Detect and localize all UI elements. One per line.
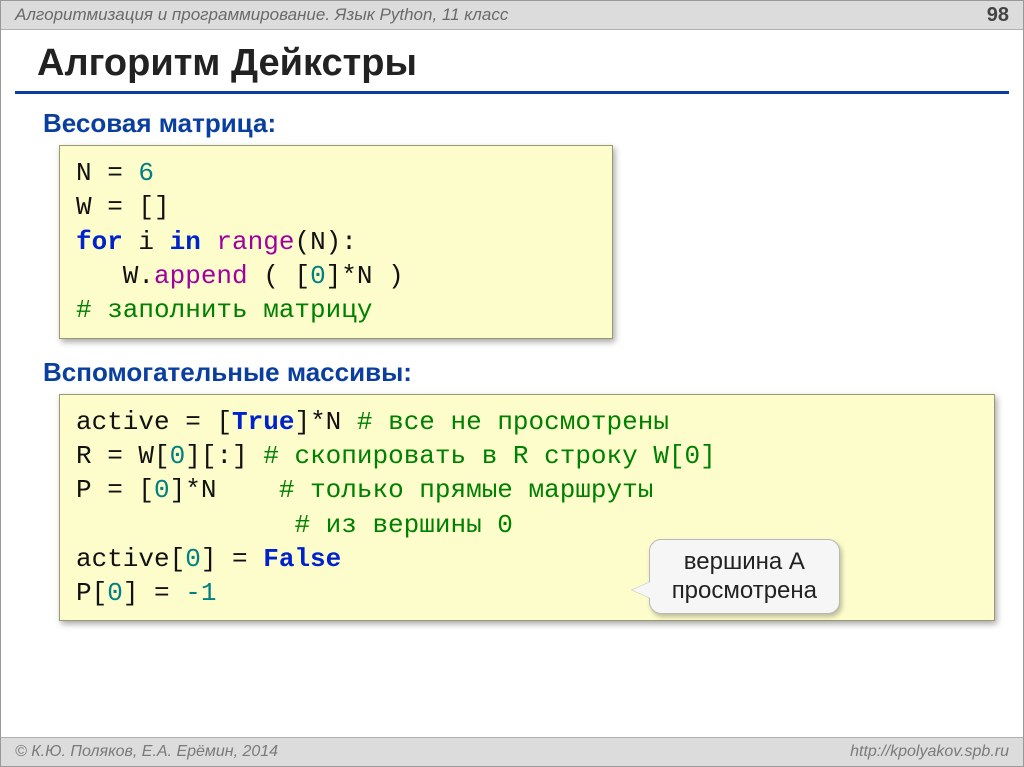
code-token: # скопировать в R строку W[0] [263, 441, 715, 471]
code-token: 0 [154, 475, 170, 505]
code-line: R = W[0][:] # скопировать в R строку W[0… [76, 439, 978, 473]
code-line: W = [] [76, 190, 596, 224]
code-line: for i in range(N): [76, 225, 596, 259]
code-token [201, 227, 217, 257]
code-block-2: active = [True]*N # все не просмотрены R… [59, 394, 995, 622]
code-token: range [216, 227, 294, 257]
code-token: 0 [107, 578, 123, 608]
code-token: append [154, 261, 248, 291]
section-label-1: Весовая матрица: [43, 108, 1023, 139]
code-token: P[ [76, 578, 107, 608]
code-token: False [263, 544, 341, 574]
section-label-2: Вспомогательные массивы: [43, 357, 1023, 388]
code-line: W.append ( [0]*N ) [76, 259, 596, 293]
code-token: 6 [138, 158, 154, 188]
code-token: # из вершины 0 [294, 510, 512, 540]
slide: Алгоритмизация и программирование. Язык … [0, 0, 1024, 767]
code-token: 0 [310, 261, 326, 291]
code-token: W [76, 192, 92, 222]
course-title: Алгоритмизация и программирование. Язык … [15, 5, 508, 25]
code-token: = [92, 158, 139, 188]
callout-line: вершина A [672, 548, 817, 577]
footer-bar: © К.Ю. Поляков, Е.А. Ерёмин, 2014 http:/… [1, 737, 1023, 766]
page-title: Алгоритм Дейкстры [37, 42, 1023, 85]
code-token: -1 [185, 578, 216, 608]
code-block-1: N = 6 W = [] for i in range(N): W.append… [59, 145, 613, 339]
code-token: R [76, 441, 92, 471]
callout-bubble: вершина A просмотрена [649, 539, 840, 615]
code-token: = [170, 407, 217, 437]
code-token: ] [123, 578, 139, 608]
code-token: ]*N [294, 407, 356, 437]
code-token: [] [138, 192, 169, 222]
page-number: 98 [987, 4, 1009, 27]
code-token: P [76, 475, 92, 505]
code-token: = [92, 192, 139, 222]
code-token: [ [138, 475, 154, 505]
code-line: P = [0]*N # только прямые маршруты [76, 473, 978, 507]
code-token: 0 [185, 544, 201, 574]
code-token: 0 [170, 441, 186, 471]
code-token: i [123, 227, 170, 257]
title-divider [15, 91, 1009, 94]
code-token: = [138, 578, 185, 608]
code-line: # заполнить матрицу [76, 293, 596, 327]
code-token: W[ [138, 441, 169, 471]
code-line: P[0] = -1 [76, 576, 978, 610]
code-line: # из вершины 0 [76, 508, 978, 542]
code-token: N [76, 158, 92, 188]
code-token: ]*N [170, 475, 279, 505]
code-token: [ [216, 407, 232, 437]
code-token: active[ [76, 544, 185, 574]
footer-copyright: © К.Ю. Поляков, Е.А. Ерёмин, 2014 [15, 743, 278, 761]
code-token: for [76, 227, 123, 257]
code-token: = [92, 475, 139, 505]
code-token: # заполнить матрицу [76, 295, 372, 325]
code-token: ][:] [185, 441, 263, 471]
code-token: ]*N ) [326, 261, 404, 291]
code-token: = [216, 544, 263, 574]
header-bar: Алгоритмизация и программирование. Язык … [1, 1, 1023, 30]
code-line: active = [True]*N # все не просмотрены [76, 405, 978, 439]
code-token: W. [76, 261, 154, 291]
code-token: ( [ [248, 261, 310, 291]
code-line: active[0] = False [76, 542, 978, 576]
code-token: (N): [294, 227, 356, 257]
code-token: = [92, 441, 139, 471]
callout-line: просмотрена [672, 577, 817, 606]
code-token [76, 510, 294, 540]
code-token: in [170, 227, 201, 257]
footer-url: http://kpolyakov.spb.ru [850, 743, 1009, 761]
code-token: # все не просмотрены [357, 407, 669, 437]
code-token: # только прямые маршруты [279, 475, 653, 505]
code-line: N = 6 [76, 156, 596, 190]
code-token: ] [201, 544, 217, 574]
code-token: True [232, 407, 294, 437]
code-token: active [76, 407, 170, 437]
